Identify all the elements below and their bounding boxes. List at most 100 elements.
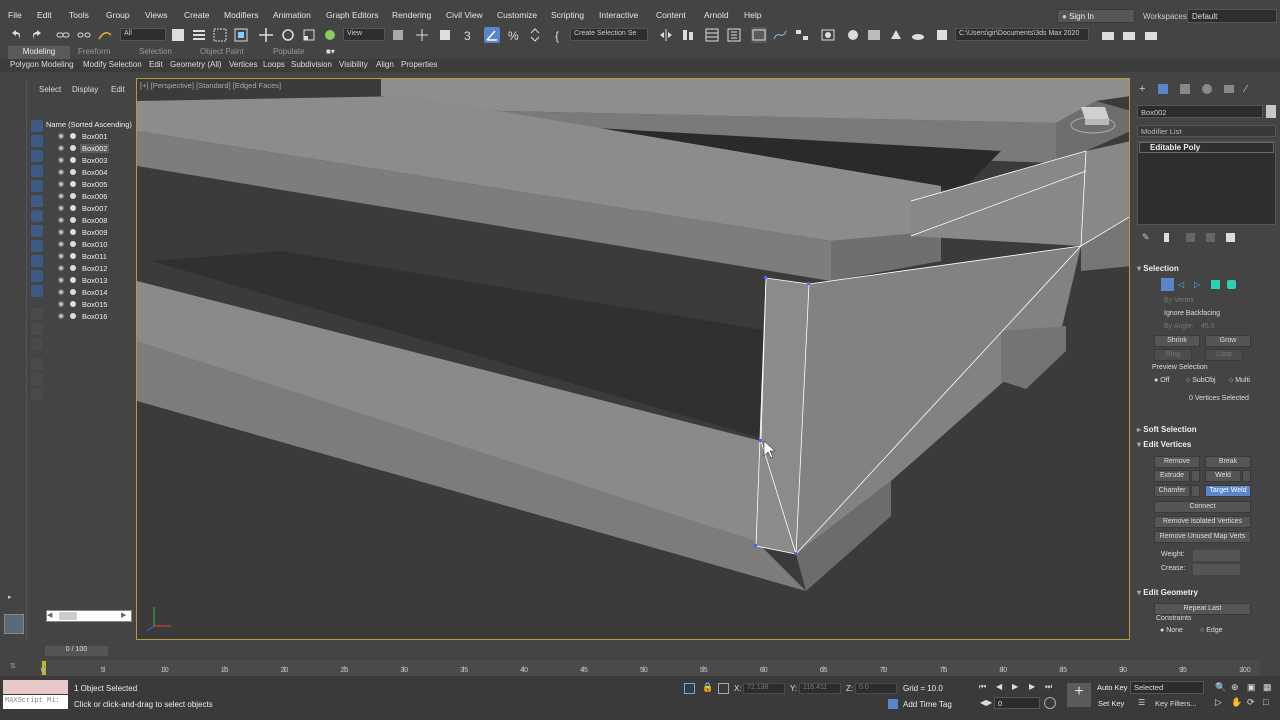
- modifier-list-dropdown[interactable]: Modifier List: [1137, 125, 1276, 137]
- zoom-extents-icon[interactable]: ▣: [1247, 682, 1256, 693]
- render-setup-icon[interactable]: [845, 27, 861, 43]
- filter-bones-icon[interactable]: [31, 240, 43, 252]
- grow-button[interactable]: Grow: [1205, 335, 1251, 347]
- menu-graph-editors[interactable]: Graph Editors: [326, 10, 378, 20]
- rotate-icon[interactable]: [280, 27, 296, 43]
- display-tab-icon[interactable]: [1224, 85, 1234, 93]
- filter-geometry-icon[interactable]: [31, 120, 43, 132]
- selection-filter-dropdown[interactable]: All: [120, 28, 166, 41]
- utilities-tab-icon[interactable]: ∕: [1245, 84, 1247, 95]
- visibility-eye-icon[interactable]: ◉: [58, 192, 64, 200]
- explorer-tab-select[interactable]: Select: [39, 85, 61, 94]
- menu-animation[interactable]: Animation: [273, 10, 311, 20]
- filter-xrefs-icon[interactable]: [31, 225, 43, 237]
- default-key-tangents-icon[interactable]: +: [1067, 683, 1091, 707]
- tab-modeling[interactable]: Modeling: [8, 46, 70, 59]
- remove-unused-map-verts-button[interactable]: Remove Unused Map Verts: [1154, 531, 1251, 543]
- visibility-eye-icon[interactable]: ◉: [58, 204, 64, 212]
- menu-rendering[interactable]: Rendering: [392, 10, 431, 20]
- angle-snap-icon[interactable]: [484, 27, 500, 43]
- maximize-viewport-icon[interactable]: □: [1263, 697, 1268, 707]
- filter-funnel-icon[interactable]: [31, 373, 43, 385]
- project-folder-icon[interactable]: [1100, 27, 1116, 43]
- window-crossing-icon[interactable]: [233, 27, 249, 43]
- show-end-result-icon[interactable]: [1164, 233, 1169, 242]
- create-project-icon[interactable]: [1143, 27, 1159, 43]
- ring-button[interactable]: Ring: [1154, 349, 1192, 361]
- break-button[interactable]: Break: [1205, 456, 1251, 468]
- visibility-eye-icon[interactable]: ◉: [58, 300, 64, 308]
- key-selection-dropdown[interactable]: Selected: [1130, 681, 1204, 694]
- find-icon[interactable]: [31, 358, 43, 370]
- visibility-eye-icon[interactable]: ◉: [58, 276, 64, 284]
- absolute-mode-icon[interactable]: [718, 683, 729, 694]
- field-of-view-icon[interactable]: ▷: [1215, 697, 1222, 708]
- schematic-view-icon[interactable]: [794, 27, 810, 43]
- edit-named-selection-icon[interactable]: {: [553, 27, 569, 43]
- scroll-left-icon[interactable]: ◀: [47, 611, 57, 621]
- visibility-eye-icon[interactable]: ◉: [58, 180, 64, 188]
- key-mode-toggle-icon[interactable]: ◀▶: [980, 698, 992, 707]
- panel-polygon-modeling[interactable]: Polygon Modeling: [10, 60, 74, 69]
- make-unique-icon[interactable]: [1186, 233, 1195, 242]
- menu-views[interactable]: Views: [145, 10, 168, 20]
- filter-helpers-icon[interactable]: [31, 180, 43, 192]
- previous-frame-icon[interactable]: ◀: [996, 682, 1002, 691]
- list-item[interactable]: ◉ Box011: [58, 251, 134, 262]
- placement-icon[interactable]: [322, 27, 338, 43]
- panel-visibility[interactable]: Visibility: [339, 60, 368, 69]
- select-object-icon[interactable]: [170, 27, 186, 43]
- play-icon[interactable]: ▶: [1012, 682, 1018, 691]
- panel-vertices[interactable]: Vertices: [229, 60, 257, 69]
- y-coord-field[interactable]: 116.411: [799, 683, 841, 694]
- rendered-frame-window-icon[interactable]: [866, 27, 882, 43]
- time-configuration-icon[interactable]: [1044, 697, 1056, 709]
- filter-containers-icon[interactable]: [31, 255, 43, 267]
- link-icon[interactable]: [55, 27, 71, 43]
- keyboard-shortcut-override-icon[interactable]: [437, 27, 453, 43]
- zoom-icon[interactable]: 🔍: [1215, 682, 1226, 693]
- weld-button[interactable]: Weld: [1205, 470, 1241, 482]
- menu-edit[interactable]: Edit: [37, 10, 52, 20]
- layer-manager-icon[interactable]: [31, 388, 43, 400]
- crease-spinner[interactable]: [1193, 564, 1240, 575]
- named-selection-sets-dropdown[interactable]: Create Selection Se: [570, 28, 648, 41]
- visibility-eye-icon[interactable]: ◉: [58, 132, 64, 140]
- time-slider[interactable]: 0 / 100: [45, 646, 108, 656]
- panel-subdivision[interactable]: Subdivision: [291, 60, 332, 69]
- constraint-none-radio[interactable]: ● None: [1160, 627, 1183, 634]
- move-icon[interactable]: [258, 27, 274, 43]
- perspective-viewport[interactable]: [136, 78, 1130, 640]
- strip-arrow-icon[interactable]: ▸: [8, 593, 16, 601]
- by-angle-checkbox[interactable]: By Angle:: [1164, 323, 1194, 330]
- list-item[interactable]: ◉ Box010: [58, 239, 134, 250]
- set-key-button[interactable]: Set Key: [1098, 699, 1124, 708]
- target-weld-button[interactable]: Target Weld: [1205, 485, 1251, 497]
- render-in-cloud-icon[interactable]: [910, 27, 926, 43]
- redo-icon[interactable]: [29, 27, 45, 43]
- zoom-all-icon[interactable]: ⊕: [1231, 682, 1239, 693]
- stack-item-editable-poly[interactable]: Editable Poly: [1139, 142, 1274, 153]
- maxscript-listener[interactable]: [3, 680, 68, 694]
- list-item[interactable]: ◉ Box008: [58, 215, 134, 226]
- configure-modifier-sets-icon[interactable]: [1226, 233, 1235, 242]
- explorer-horizontal-scrollbar[interactable]: ◀ ▶: [46, 610, 132, 622]
- border-level-icon[interactable]: ▷: [1194, 280, 1200, 289]
- goto-end-icon[interactable]: ⏭: [1045, 682, 1052, 692]
- edit-geometry-rollout-header[interactable]: ▾ Edit Geometry: [1137, 588, 1273, 600]
- percent-snap-icon[interactable]: %: [506, 27, 522, 43]
- scene-explorer-toggle-icon[interactable]: [704, 27, 720, 43]
- list-item[interactable]: ◉ Box001: [58, 131, 134, 142]
- preview-subobj-radio[interactable]: ○ SubObj: [1186, 377, 1216, 384]
- tab-populate[interactable]: Populate: [273, 47, 305, 56]
- panel-edit[interactable]: Edit: [149, 60, 163, 69]
- list-item[interactable]: ◉ Box013: [58, 275, 134, 286]
- tab-freeform[interactable]: Freeform: [78, 47, 110, 56]
- rectangular-selection-icon[interactable]: [212, 27, 228, 43]
- toggle-ribbon-icon[interactable]: [751, 27, 767, 43]
- panel-loops[interactable]: Loops: [263, 60, 285, 69]
- constraint-edge-radio[interactable]: ○ Edge: [1200, 627, 1223, 634]
- list-item[interactable]: ◉ Box004: [58, 167, 134, 178]
- object-color-swatch[interactable]: [1266, 105, 1276, 118]
- time-tag-icon[interactable]: [888, 699, 898, 709]
